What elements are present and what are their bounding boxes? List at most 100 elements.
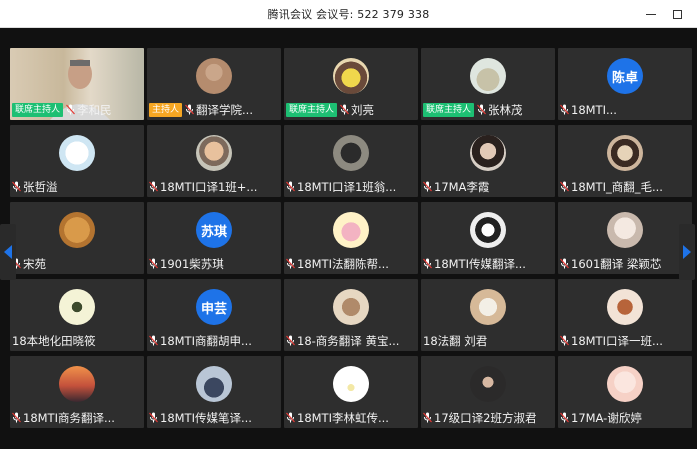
participant-tile[interactable]: 18MTI口译一班... [558, 279, 692, 351]
participant-tile[interactable]: 张哲溢 [10, 125, 144, 197]
participant-name: 1901柴苏琪 [160, 256, 224, 271]
participant-name-row: 18MTI口译1班+... [149, 179, 277, 194]
avatar [196, 135, 232, 171]
participant-name: 17MA李霞 [434, 179, 490, 194]
mic-status [286, 258, 295, 269]
participant-name-row: 18MTI... [560, 102, 688, 117]
participant-name-row: 主持人 翻译学院... [149, 102, 277, 117]
microphone-muted-icon [560, 104, 569, 115]
microphone-muted-icon [423, 412, 432, 423]
microphone-muted-icon [560, 412, 569, 423]
participant-name: 18MTI商翻胡申... [160, 333, 252, 348]
microphone-muted-icon [12, 412, 21, 423]
meeting-stage: 联席主持人 李和民 主持人 翻译学院... 联席主持人 刘亮 联席主持人 张林茂 陈卓 18MTI… [0, 28, 697, 449]
participant-name-row: 18法翻 刘君 [423, 333, 551, 348]
prev-page-button[interactable] [0, 224, 16, 280]
microphone-muted-icon [560, 258, 569, 269]
microphone-muted-icon [185, 104, 194, 115]
cohost-badge: 联席主持人 [286, 102, 338, 117]
maximize-button[interactable] [664, 0, 690, 28]
participant-tile[interactable]: 18MTI_商翻_毛... [558, 125, 692, 197]
participant-tile[interactable]: 1601翻译 梁颖芯 [558, 202, 692, 274]
participant-name-row: 18MTI口译一班... [560, 333, 688, 348]
participant-name-row: 18MTI商务翻译... [12, 410, 140, 425]
participant-tile[interactable]: 主持人 翻译学院... [147, 48, 281, 120]
participant-tile[interactable]: 18MTI商务翻译... [10, 356, 144, 428]
avatar [333, 289, 369, 325]
participant-name-row: 18MTI传媒翻译... [423, 256, 551, 271]
mic-status [286, 335, 295, 346]
participant-tile[interactable]: 18MTI传媒翻译... [421, 202, 555, 274]
mic-status [12, 412, 21, 423]
participant-tile[interactable]: 联席主持人 刘亮 [284, 48, 418, 120]
participant-name: 18MTI李林虹传... [297, 410, 389, 425]
page-right-icon [683, 245, 691, 259]
participant-tile[interactable]: 18MTI法翻陈帮... [284, 202, 418, 274]
participant-tile[interactable]: 17级口译2班方淑君 [421, 356, 555, 428]
microphone-muted-icon [149, 412, 158, 423]
participant-tile[interactable]: 宋苑 [10, 202, 144, 274]
microphone-muted-icon [66, 104, 75, 115]
avatar [470, 366, 506, 402]
avatar [470, 135, 506, 171]
page-left-icon [4, 245, 12, 259]
participant-name: 18MTI口译1班翁... [297, 179, 397, 194]
mic-status [149, 412, 158, 423]
participant-name: 宋苑 [23, 256, 46, 271]
participant-tile[interactable]: 联席主持人 李和民 [10, 48, 144, 120]
participant-tile[interactable]: 18法翻 刘君 [421, 279, 555, 351]
mic-status [560, 412, 569, 423]
participant-name: 翻译学院... [196, 102, 253, 117]
participant-name: 18本地化田晓筱 [12, 333, 96, 348]
participant-name-row: 18本地化田晓筱 [12, 333, 140, 348]
avatar [470, 58, 506, 94]
participant-tile[interactable]: 18MTI口译1班+... [147, 125, 281, 197]
participant-grid: 联席主持人 李和民 主持人 翻译学院... 联席主持人 刘亮 联席主持人 张林茂 陈卓 18MTI… [10, 48, 693, 449]
participant-name: 18-商务翻译 黄宝... [297, 333, 400, 348]
mic-status [66, 104, 75, 115]
microphone-muted-icon [149, 181, 158, 192]
participant-name-row: 18MTI商翻胡申... [149, 333, 277, 348]
minimize-button[interactable] [638, 0, 664, 28]
mic-status [477, 104, 486, 115]
avatar [470, 212, 506, 248]
participant-tile[interactable]: 18MTI口译1班翁... [284, 125, 418, 197]
minimize-icon [646, 13, 656, 15]
participant-tile[interactable]: 18本地化田晓筱 [10, 279, 144, 351]
mic-status [149, 335, 158, 346]
participant-name-row: 18MTI传媒笔译... [149, 410, 277, 425]
next-page-button[interactable] [679, 224, 695, 280]
participant-tile[interactable]: 申芸 18MTI商翻胡申... [147, 279, 281, 351]
participant-tile[interactable]: 苏琪 1901柴苏琪 [147, 202, 281, 274]
avatar [59, 135, 95, 171]
participant-tile[interactable]: 18MTI李林虹传... [284, 356, 418, 428]
microphone-muted-icon [560, 335, 569, 346]
participant-name-row: 18MTI法翻陈帮... [286, 256, 414, 271]
microphone-muted-icon [286, 258, 295, 269]
avatar [607, 289, 643, 325]
participant-tile[interactable]: 18MTI传媒笔译... [147, 356, 281, 428]
avatar [196, 366, 232, 402]
participant-tile[interactable]: 18-商务翻译 黄宝... [284, 279, 418, 351]
participant-tile[interactable]: 17MA李霞 [421, 125, 555, 197]
avatar [333, 212, 369, 248]
participant-tile[interactable]: 陈卓 18MTI... [558, 48, 692, 120]
participant-name-row: 联席主持人 李和民 [12, 102, 140, 117]
avatar-initials: 申芸 [200, 301, 227, 317]
participant-name: 刘亮 [351, 102, 375, 117]
avatar [59, 366, 95, 402]
participant-name-row: 18MTI口译1班翁... [286, 179, 414, 194]
participant-name-row: 1601翻译 梁颖芯 [560, 256, 688, 271]
participant-name: 18MTI传媒翻译... [434, 256, 526, 271]
microphone-muted-icon [423, 258, 432, 269]
participant-name: 18MTI_商翻_毛... [571, 179, 663, 194]
participant-name: 17级口译2班方淑君 [434, 410, 537, 425]
participant-name-row: 1901柴苏琪 [149, 256, 277, 271]
participant-name-row: 18-商务翻译 黄宝... [286, 333, 414, 348]
participant-name: 李和民 [77, 102, 112, 117]
participant-tile[interactable]: 联席主持人 张林茂 [421, 48, 555, 120]
avatar [59, 289, 95, 325]
avatar [607, 212, 643, 248]
microphone-muted-icon [423, 181, 432, 192]
participant-tile[interactable]: 17MA-谢欣婷 [558, 356, 692, 428]
